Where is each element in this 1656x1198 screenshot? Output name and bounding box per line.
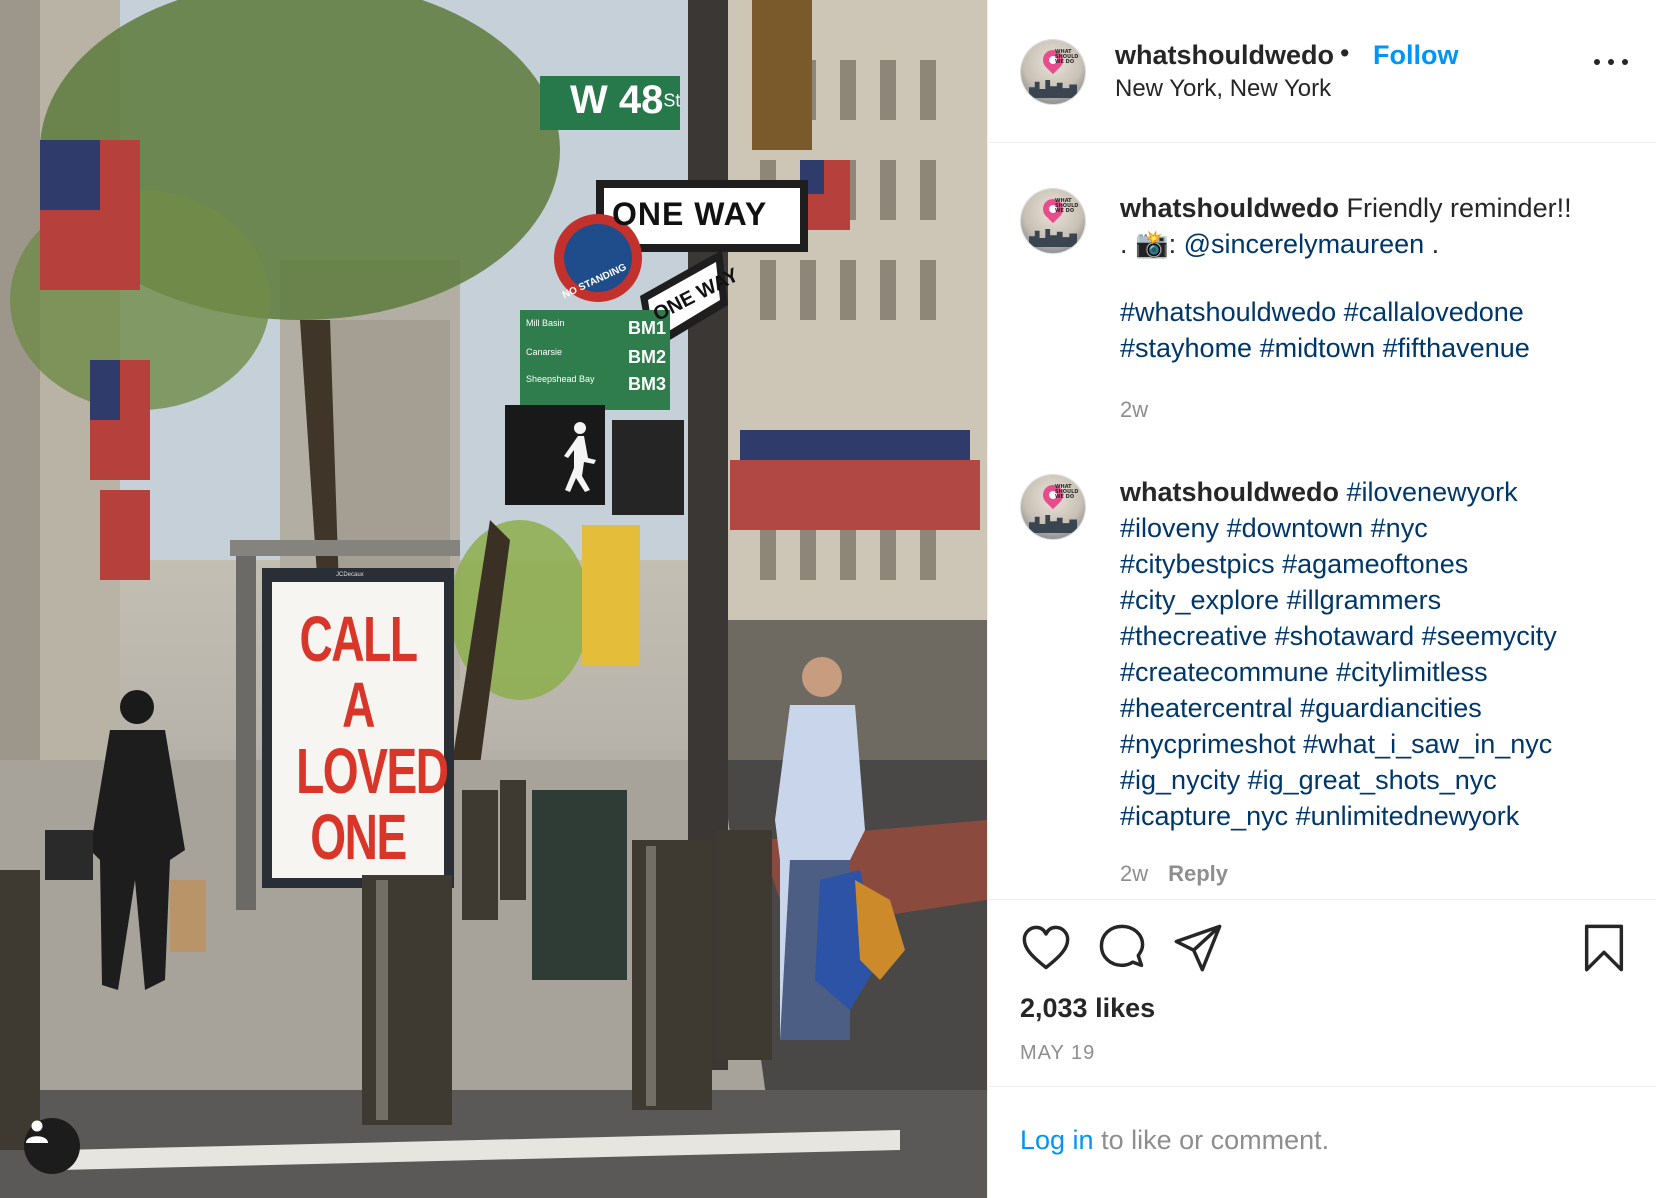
avatar[interactable]: WHAT SHOULD WE DO [1021,189,1085,253]
location-link[interactable]: New York, New York [1115,75,1331,103]
avatar-text: WE DO [1055,494,1075,500]
share-button[interactable] [1172,922,1224,974]
comment-age: 2w [1120,861,1149,886]
hashtag-line[interactable]: #iloveny #downtown #nyc [1120,510,1620,546]
heart-icon [1022,925,1070,970]
mention-link[interactable]: @sincerelymaureen [1184,229,1425,259]
caption-timestamp: 2w [1120,397,1148,423]
hashtag-line[interactable]: #stayhome #midtown #fifthavenue [1120,330,1620,366]
comment-icon [1099,924,1145,968]
street-sign-w48: W 48St [570,78,680,123]
comment-username[interactable]: whatshouldwedo [1120,477,1339,507]
separator-dot: • [1340,38,1350,68]
caption-age: 2w [1120,397,1149,422]
bus-stop-name: Mill Basin [526,318,565,328]
post-photo[interactable]: W 48St ONE WAY ONE WAY NO STANDING Mill … [0,0,987,1198]
bus-route-sign: Mill Basin BM1 Canarsie BM2 Sheepshead Bay… [526,318,666,395]
post-actions: 2,033 likes MAY 19 [988,899,1656,1089]
login-prompt: Log in to like or comment. [988,1086,1656,1198]
poster-line: ONE [310,801,407,873]
likes-count[interactable]: 2,033 likes [1020,993,1155,1024]
like-button[interactable] [1020,922,1072,974]
tagged-users-button[interactable] [24,1118,80,1174]
post-details-panel: WHAT SHOULD WE DO whatshouldwedo • Follo… [987,0,1656,1198]
caption-text: Friendly reminder!! [1346,193,1572,223]
avatar-text: WE DO [1055,59,1075,65]
follow-button[interactable]: Follow [1373,40,1458,71]
more-options-icon[interactable] [1594,56,1628,68]
walk-signal-icon [560,420,600,492]
bus-stop-name: Sheepshead Bay [526,374,595,384]
hashtag-line[interactable]: #ilovenewyork [1347,477,1518,507]
hashtag-line[interactable]: #ig_nycity #ig_great_shots_nyc [1120,762,1620,798]
bookmark-icon [1584,924,1624,972]
user-icon [26,1120,48,1143]
bus-stop-name: Canarsie [526,347,563,357]
one-way-sign: ONE WAY [612,196,768,232]
street-sign-name: W 48 [570,78,664,122]
street-scene-image [0,0,987,1198]
poster-line: A [342,669,375,741]
hashtag-line[interactable]: #nycprimeshot #what_i_saw_in_nyc [1120,726,1620,762]
save-button[interactable] [1578,922,1630,974]
hashtag-line[interactable]: #thecreative #shotaward #seemycity [1120,618,1620,654]
avatar[interactable]: WHAT SHOULD WE DO [1021,40,1085,104]
reply-button[interactable]: Reply [1168,861,1228,886]
header-username[interactable]: whatshouldwedo [1115,40,1334,71]
comment-button[interactable] [1096,922,1148,974]
share-icon [1174,924,1222,972]
hashtag-line[interactable]: #createcommune #citylimitless [1120,654,1620,690]
bus-route-code: BM2 [627,347,666,367]
login-prompt-text: to like or comment. [1093,1125,1330,1155]
poster-brand: JCDecaux [336,572,364,578]
bus-route-code: BM3 [627,374,666,394]
avatar-text: WE DO [1055,208,1075,214]
login-link[interactable]: Log in [1020,1125,1094,1155]
caption-suffix: . [1424,229,1440,259]
caption: whatshouldwedo Friendly reminder!! . 📸: … [1120,190,1620,366]
street-sign-suffix: St [663,90,681,111]
hashtag-line[interactable]: #whatshouldwedo #callalovedone [1120,294,1620,330]
bus-route-code: BM1 [627,318,666,338]
comment: whatshouldwedo #ilovenewyork #iloveny #d… [1120,474,1620,834]
hashtag-line[interactable]: #city_explore #illgrammers [1120,582,1620,618]
post-header: WHAT SHOULD WE DO whatshouldwedo • Follo… [988,0,1656,143]
poster-line: LOVED [296,735,449,807]
post-date[interactable]: MAY 19 [1020,1042,1095,1065]
poster-line: CALL [299,603,418,675]
hashtag-line[interactable]: #icapture_nyc #unlimitednewyork [1120,798,1620,834]
caption-prefix: . 📸: [1120,229,1184,259]
hashtag-line[interactable]: #heatercentral #guardiancities [1120,690,1620,726]
call-a-loved-one-poster: JCDecaux CALL A LOVED ONE [272,572,449,878]
comment-meta: 2w Reply [1120,861,1228,887]
comments-list[interactable]: WHAT SHOULD WE DO whatshouldwedo Friendl… [988,144,1656,899]
hashtag-line[interactable]: #citybestpics #agameoftones [1120,546,1620,582]
caption-username[interactable]: whatshouldwedo [1120,193,1339,223]
avatar[interactable]: WHAT SHOULD WE DO [1021,475,1085,539]
